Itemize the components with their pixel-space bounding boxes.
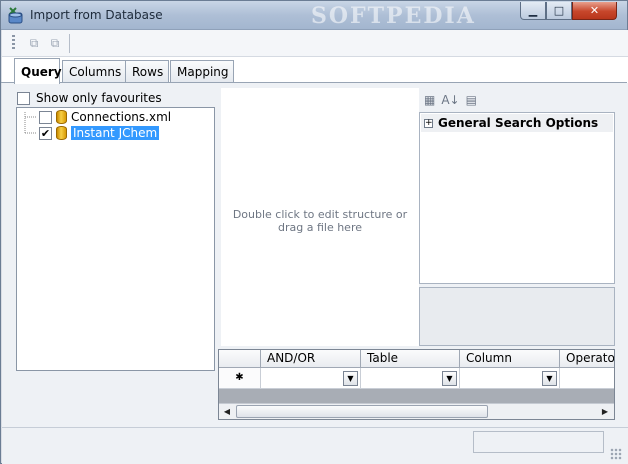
maximize-button[interactable]: □ [546, 2, 572, 20]
scroll-right-icon[interactable]: ▶ [597, 404, 613, 419]
scrollbar-thumb[interactable] [236, 405, 488, 418]
dropdown-arrow-icon[interactable]: ▼ [542, 371, 557, 386]
toolbar-separator [69, 34, 70, 53]
property-grid-toolbar: ▦ A↓ ▤ [419, 88, 616, 112]
tree-item-connections[interactable]: Connections.xml [39, 110, 171, 124]
structure-editor[interactable]: Double click to edit structure or drag a… [221, 88, 419, 346]
column-header-operator[interactable]: Operator [560, 350, 614, 368]
new-row-marker: ✱ [219, 368, 261, 389]
window-title: Import from Database [30, 8, 163, 22]
show-favourites-option[interactable]: Show only favourites [17, 91, 162, 105]
tree-item-label: Connections.xml [71, 110, 172, 124]
minimize-button[interactable]: ▁ [520, 2, 546, 20]
scroll-left-icon[interactable]: ◀ [219, 404, 235, 419]
tab-query[interactable]: Query [14, 58, 62, 84]
property-list[interactable]: + General Search Options [419, 112, 615, 284]
property-category[interactable]: + General Search Options [421, 114, 613, 132]
paste-icon[interactable]: ⧉ [47, 35, 63, 51]
expand-icon[interactable]: + [424, 118, 433, 128]
property-grid: ▦ A↓ ▤ + General Search Options [419, 88, 616, 286]
column-header-and-or[interactable]: AND/OR [261, 350, 361, 368]
tree-item-checkbox[interactable] [39, 110, 52, 124]
watermark: SOFTPEDIA [311, 3, 476, 29]
dropdown-arrow-icon[interactable]: ▼ [343, 371, 358, 386]
property-pages-icon[interactable]: ▤ [466, 93, 477, 107]
alphabetical-sort-icon[interactable]: A↓ [441, 93, 459, 107]
show-favourites-label: Show only favourites [36, 91, 162, 105]
status-panel [473, 431, 604, 453]
operator-cell[interactable] [560, 368, 614, 389]
dropdown-arrow-icon[interactable]: ▼ [442, 371, 457, 386]
categorized-icon[interactable]: ▦ [424, 93, 435, 107]
toolbar-grip[interactable] [12, 35, 15, 51]
property-category-label: General Search Options [438, 116, 599, 130]
tab-rows[interactable]: Rows [125, 60, 169, 83]
database-icon [56, 126, 67, 140]
title-bar[interactable]: Import from Database SOFTPEDIA ▁ □ ✕ [1, 1, 627, 30]
app-icon [8, 7, 23, 24]
tree-item-label: Instant JChem [71, 126, 160, 140]
tab-strip: Query Columns Rows Mapping [2, 57, 628, 84]
resize-grip[interactable] [610, 448, 622, 460]
condition-grid: AND/OR Table Column Operator ✱ ▼ ▼ ▼ ◀ ▶ [218, 349, 615, 420]
tree-item-instant-jchem[interactable]: ✔ Instant JChem [39, 126, 160, 140]
copy-icon[interactable]: ⧉ [26, 35, 42, 51]
and-or-cell[interactable]: ▼ [261, 368, 361, 389]
tab-mapping[interactable]: Mapping [170, 60, 234, 83]
query-tab-content: Show only favourites Connections.xml ✔ I… [2, 83, 628, 427]
status-bar [2, 427, 628, 464]
close-button[interactable]: ✕ [572, 2, 617, 20]
show-favourites-checkbox[interactable] [17, 91, 30, 105]
tree-item-checkbox[interactable]: ✔ [39, 126, 52, 140]
column-header-table[interactable]: Table [361, 350, 460, 368]
table-cell[interactable]: ▼ [361, 368, 460, 389]
column-cell[interactable]: ▼ [460, 368, 560, 389]
row-header-corner [219, 350, 261, 368]
toolbar: ⧉ ⧉ [2, 30, 628, 57]
database-icon [56, 110, 67, 124]
column-header-column[interactable]: Column [460, 350, 560, 368]
horizontal-scrollbar[interactable]: ◀ ▶ [219, 403, 614, 419]
connection-tree[interactable]: Connections.xml ✔ Instant JChem [16, 107, 215, 371]
import-from-database-window: Import from Database SOFTPEDIA ▁ □ ✕ ⧉ ⧉… [0, 0, 628, 464]
property-description-panel [419, 287, 615, 346]
editor-hint: Double click to edit structure or drag a… [232, 208, 408, 234]
tab-columns[interactable]: Columns [62, 60, 126, 83]
